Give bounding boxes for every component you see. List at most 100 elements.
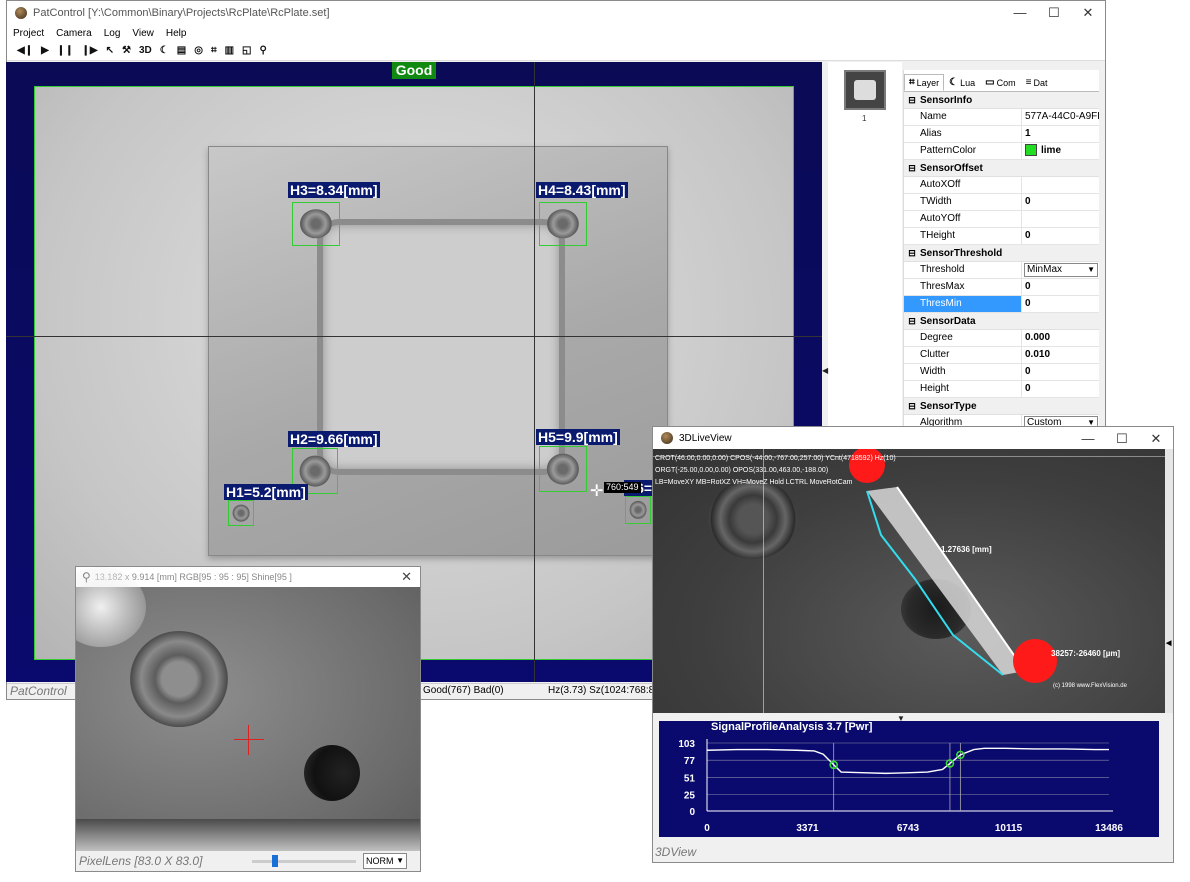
histogram-icon[interactable]: ▥ [225,45,234,56]
y-tick-label-3: 77 [684,756,696,767]
crosshair-horizontal [6,336,822,337]
menu-camera[interactable]: Camera [56,28,92,39]
measure-point-2 [1013,639,1057,683]
crosshair-icon [234,725,264,755]
main-titlebar[interactable]: PatControl [Y:\Common\Binary\Projects\Rc… [7,1,1105,25]
collapse-icon: ⊟ [908,94,916,105]
menu-log[interactable]: Log [104,28,121,39]
prop-row-patterncolor[interactable]: PatternColor lime [904,143,1099,160]
copyright-text: (c) 1998 www.FlexVision.de [1053,683,1127,689]
lua-icon[interactable]: ☾ [160,45,169,56]
close-icon[interactable]: ✕ [401,569,412,585]
crop-icon[interactable]: ⌗ [211,45,217,56]
hole-box-h5[interactable] [539,446,587,492]
pointer-icon[interactable]: ↖ [106,45,114,56]
zoom-slider-thumb[interactable] [271,855,278,867]
prop-row-autoxoff[interactable]: AutoXOff [904,177,1099,194]
tab-com[interactable]: ▭ Com [980,74,1020,91]
signal-profile-svg: 0 25 51 77 103 0 3371 6743 10115 13486 [678,739,1123,834]
live-view-label: 3DView [655,845,697,859]
close-icon[interactable]: ✕ [1139,427,1173,451]
prop-row-autoyoff[interactable]: AutoYOff [904,211,1099,228]
hole-box-h4[interactable] [539,202,587,246]
prop-row-twidth[interactable]: TWidth 0 [904,194,1099,211]
hole-box-h6[interactable] [625,496,651,524]
pixel-lens-label: PixelLens [83.0 X 83.0] [79,854,203,868]
y-tick-label-2: 51 [684,773,696,784]
minimize-icon[interactable]: — [1071,427,1105,451]
collapse-left-icon[interactable]: ◀ [822,366,828,375]
zoom-slider[interactable] [252,855,356,867]
zoom-rect-icon[interactable]: ◱ [242,45,251,56]
globe-icon[interactable]: ◎ [194,45,203,56]
group-sensorinfo[interactable]: ⊟ SensorInfo [904,92,1099,109]
hole-box-h3[interactable] [292,202,340,246]
hole-label-h4: H4=8.43[mm] [536,182,628,198]
group-sensordata[interactable]: ⊟ SensorData [904,313,1099,330]
group-sensoroffset[interactable]: ⊟ SensorOffset [904,160,1099,177]
tab-layer[interactable]: ⌗ Layer [904,74,945,91]
mode-select[interactable]: NORM ▼ [363,853,407,869]
live-view-title: 3DLiveView [679,432,732,444]
prop-row-threshold[interactable]: Threshold MinMax ▼ [904,262,1099,279]
film-icon[interactable]: ▤ [177,45,186,56]
prop-row-width[interactable]: Width 0 [904,364,1099,381]
live-side-pane[interactable]: ◀ [1165,449,1173,713]
menu-help[interactable]: Help [166,28,187,39]
prop-row-height[interactable]: Height 0 [904,381,1099,398]
prop-row-thresmax[interactable]: ThresMax 0 [904,279,1099,296]
hole-label-h3: H3=8.34[mm] [288,182,380,198]
prop-row-name[interactable]: Name 577A-44C0-A9FE [904,109,1099,126]
minimize-icon[interactable]: — [1003,1,1037,25]
prop-row-clutter[interactable]: Clutter 0.010 [904,347,1099,364]
maximize-icon[interactable]: ☐ [1105,427,1139,451]
group-sensortype[interactable]: ⊟ SensorType [904,398,1099,415]
overlay-line-2: ORGT(-25.00,0.00,0.00) OPOS(331.00,463.0… [655,467,829,474]
thumbnail-index: 1 [862,114,867,123]
collapse-icon: ⊟ [908,247,916,258]
magnifier-icon[interactable]: ⚲ [259,45,266,56]
pixel-lens-footer: PixelLens [83.0 X 83.0] NORM ▼ [76,851,420,871]
menu-bar: Project Camera Log View Help [7,25,1105,41]
sensor-thumbnail[interactable] [844,70,886,110]
wrench-icon[interactable]: ⚒ [122,45,131,56]
measurement-overlay [849,449,1057,683]
tab-dat[interactable]: ≡ Dat [1021,74,1053,91]
group-sensorthreshold[interactable]: ⊟ SensorThreshold [904,245,1099,262]
step-forward-icon[interactable]: ❙▶ [82,45,98,56]
overlay-line-1: CROT(46.00,0.00,0.00) CPOS(-44.00,-767.0… [655,455,896,462]
play-icon[interactable]: ▶ [41,45,49,56]
data-icon: ≡ [1025,77,1032,88]
live-3d-image[interactable]: CROT(46.00,0.00,0.00) CPOS(-44.00,-767.0… [653,449,1165,713]
menu-view[interactable]: View [132,28,154,39]
menu-project[interactable]: Project [13,28,44,39]
cursor-readout: 760:549 [604,482,641,493]
chevron-down-icon: ▼ [1087,265,1095,274]
x-tick-label-2: 6743 [897,823,920,834]
pixel-lens-image[interactable] [76,567,420,853]
prop-row-theight[interactable]: THeight 0 [904,228,1099,245]
3d-button[interactable]: 3D [139,45,152,56]
step-back-icon[interactable]: ◀❙ [17,45,33,56]
status-brand: PatControl [10,684,67,698]
y-tick-label-4: 103 [678,739,695,750]
maximize-icon[interactable]: ☐ [1037,1,1071,25]
live-view-titlebar[interactable]: 3DLiveView — ☐ ✕ [653,427,1173,449]
prop-row-thresmin[interactable]: ThresMin 0 [904,296,1099,313]
collapse-icon: ⊟ [908,315,916,326]
app-icon [15,7,27,19]
tab-lua[interactable]: ☾ Lua [944,74,980,91]
prop-row-alias[interactable]: Alias 1 [904,126,1099,143]
main-window-title: PatControl [Y:\Common\Binary\Projects\Rc… [33,7,330,19]
live-view-footer: 3DView [653,842,1173,862]
threshold-select[interactable]: MinMax ▼ [1024,263,1098,277]
hole-box-h1[interactable] [228,500,254,526]
result-badge: Good [392,62,436,79]
prop-row-degree[interactable]: Degree 0.000 [904,330,1099,347]
pause-icon[interactable]: ❙❙ [57,45,74,56]
series-line-0 [706,747,1109,775]
close-icon[interactable]: ✕ [1071,1,1105,25]
cursor-cross-icon: ✛ [590,483,604,500]
color-swatch [1025,144,1037,157]
status-result: Good(767) Bad(0) [423,685,504,696]
